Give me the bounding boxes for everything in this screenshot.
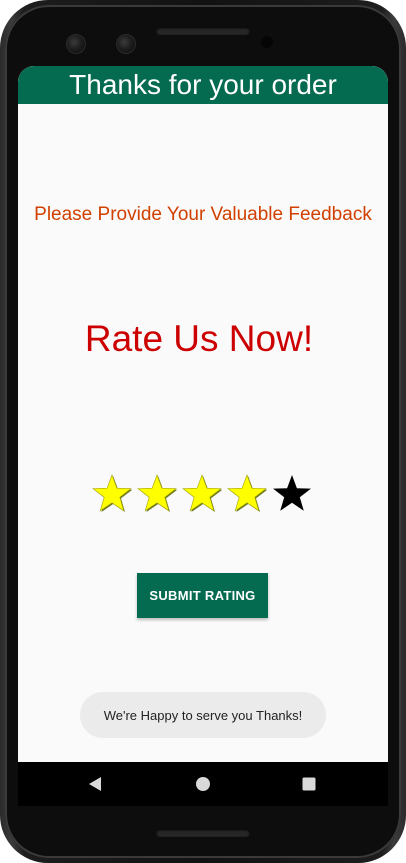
app-bar: Thanks for your order <box>18 66 388 104</box>
submit-rating-button[interactable]: SUBMIT RATING <box>137 573 268 618</box>
front-sensor-icon <box>116 34 136 54</box>
feedback-prompt: Please Provide Your Valuable Feedback <box>34 204 372 225</box>
star-rating-bar[interactable] <box>92 474 312 514</box>
navigation-bar <box>18 762 388 806</box>
toast-text: We're Happy to serve you Thanks! <box>103 707 303 723</box>
earpiece-speaker <box>156 27 250 35</box>
app-screen: Thanks for your order Please Provide You… <box>18 66 388 806</box>
proximity-sensor-icon <box>261 36 273 48</box>
rate-heading: Rate Us Now! <box>84 318 314 359</box>
star-empty-icon[interactable] <box>272 474 312 514</box>
recents-button[interactable] <box>287 762 331 806</box>
home-circle-icon <box>196 777 210 791</box>
app-bar-title: Thanks for your order <box>69 69 337 100</box>
recents-square-icon <box>302 777 316 791</box>
star-filled-icon[interactable] <box>137 474 177 514</box>
star-filled-icon[interactable] <box>182 474 222 514</box>
toast-message: We're Happy to serve you Thanks! <box>80 692 326 738</box>
back-button[interactable] <box>73 762 117 806</box>
front-camera-icon <box>66 34 86 54</box>
back-triangle-icon <box>89 777 101 791</box>
phone-frame: Thanks for your order Please Provide You… <box>0 0 406 863</box>
star-filled-icon[interactable] <box>227 474 267 514</box>
bottom-speaker <box>156 829 250 837</box>
star-filled-icon[interactable] <box>92 474 132 514</box>
home-button[interactable] <box>181 762 225 806</box>
